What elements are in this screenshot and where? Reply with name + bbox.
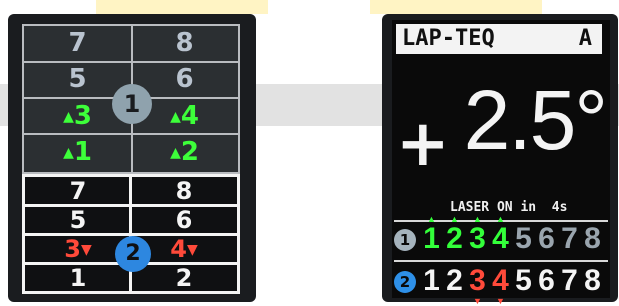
up-arrow-icon: ▲ [170,145,181,161]
s2-cell-1: 1 [69,264,87,292]
sensor2-digits: 1 2 3 ▼ 4 ▼ 5 6 7 8 [420,264,604,306]
up-arrow-icon: ▲ [496,214,505,224]
angle-readout: 2.5° [463,73,608,167]
grid-divider [24,61,238,63]
s1-digit-2: ▲ 2 [446,214,463,256]
laser-status: LASER ON in 4s [450,200,568,215]
grid-divider [25,204,237,207]
s2-cell-6: 6 [175,206,193,234]
up-arrow-icon: ▲ [63,109,74,125]
s2-cell-7: 7 [69,177,87,205]
grid-divider [24,133,238,135]
s2-cell-2: 2 [175,264,193,292]
s1-cell-6: 6 [175,64,194,94]
mode-indicator: A [578,26,592,51]
sensor1-badge: 1 [394,229,416,251]
up-arrow-icon: ▲ [450,214,459,224]
up-arrow-icon: ▲ [170,109,181,125]
up-arrow-icon: ▲ [473,214,482,224]
brand-label: LAP-TEQ [402,26,495,51]
s2-cell-8: 8 [175,177,193,205]
top-tab-left [96,0,268,14]
s1-cell-7: 7 [68,28,87,58]
sensor2-badge: 2 [394,271,416,293]
s1-digit-4: ▲ 4 [492,214,509,256]
s1-digit-5: 5 [515,222,532,255]
down-arrow-icon: ▼ [80,242,92,258]
sensor2-grid: 7 8 5 6 3▼ 4▼ 1 2 2 [22,174,240,294]
up-arrow-icon: ▲ [63,145,74,161]
s2-digit-7: 7 [561,264,578,297]
up-arrow-icon: ▲ [427,214,436,224]
s2-digit-1: 1 [423,264,440,297]
s1-cell-1: ▲1 [63,137,92,167]
left-display-panel: 7 8 5 6 ▲3 ▲4 ▲1 ▲2 1 7 8 5 6 3▼ 4▼ 1 2 … [8,14,256,302]
sensor2-badge: 2 [115,236,151,272]
s1-cell-5: 5 [68,64,87,94]
s1-cell-2: ▲2 [170,137,199,167]
down-arrow-icon: ▼ [186,242,198,258]
s2-digit-2: 2 [446,264,463,297]
right-screen: LAP-TEQ A + 2.5° LASER ON in 4s 1 ▲ 1 ▲ 2 ▲ 3… [392,20,610,306]
s2-digit-8: 8 [584,264,601,297]
s1-digit-8: 8 [584,222,601,255]
s1-cell-8: 8 [175,28,194,58]
s1-digit-3: ▲ 3 [469,214,486,256]
s1-digit-6: 6 [538,222,555,255]
s1-digit-1: ▲ 1 [423,214,440,256]
top-tab-right [370,0,542,14]
angle-sign: + [396,107,450,181]
divider [394,260,608,262]
s1-digit-7: 7 [561,222,578,255]
header-bar: LAP-TEQ A [396,24,602,54]
sensor1-digits: ▲ 1 ▲ 2 ▲ 3 ▲ 4 5 6 7 8 [420,214,604,256]
s2-cell-5: 5 [69,206,87,234]
sensor1-badge: 1 [112,84,152,124]
s2-digit-4: 4 ▼ [492,264,509,306]
sensor1-grid: 7 8 5 6 ▲3 ▲4 ▲1 ▲2 1 [22,24,240,174]
s2-digit-6: 6 [538,264,555,297]
s2-digit-5: 5 [515,264,532,297]
left-screen: 7 8 5 6 ▲3 ▲4 ▲1 ▲2 1 7 8 5 6 3▼ 4▼ 1 2 … [22,24,240,294]
right-display-panel: LAP-TEQ A + 2.5° LASER ON in 4s 1 ▲ 1 ▲ 2 ▲ 3… [382,14,618,306]
s2-digit-3: 3 ▼ [469,264,486,306]
